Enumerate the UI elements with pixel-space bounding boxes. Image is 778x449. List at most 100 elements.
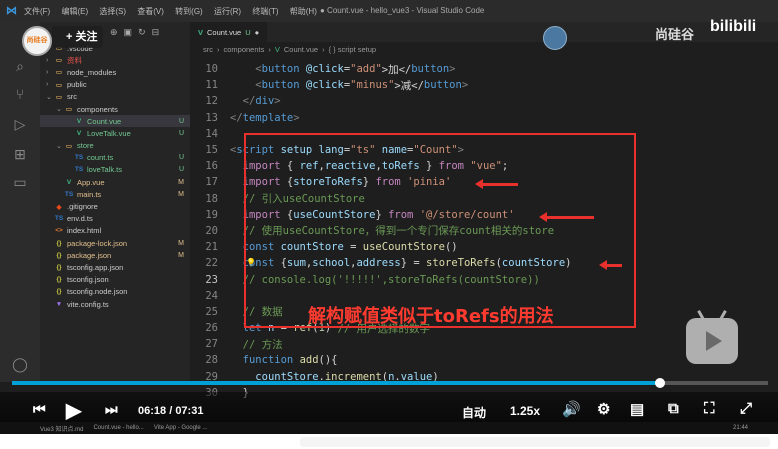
picture-in-picture-icon[interactable]: ⧉ bbox=[668, 400, 679, 417]
code-token: sum bbox=[286, 257, 306, 270]
menu-selection[interactable]: 选择(S) bbox=[99, 7, 126, 16]
taskbar-item[interactable]: Count.vue - hello... bbox=[93, 425, 143, 431]
code-token: from bbox=[438, 160, 464, 173]
tree-item[interactable]: TS loveTalk.ts U bbox=[40, 164, 190, 176]
extensions-icon[interactable]: ⊞ bbox=[10, 144, 30, 164]
previous-icon[interactable]: ⏮ bbox=[33, 401, 46, 418]
taskbar-item[interactable]: Vue3 知识点.md bbox=[40, 424, 83, 433]
tree-item[interactable]: {} tsconfig.json bbox=[40, 274, 190, 286]
code-token: (){ bbox=[318, 354, 338, 367]
tab-count-vue[interactable]: V Count.vue U ● bbox=[190, 22, 268, 42]
tree-item[interactable]: › ▭ 资料 bbox=[40, 54, 190, 66]
git-status-badge: M bbox=[178, 190, 184, 198]
git-status-badge: U bbox=[178, 154, 184, 162]
menu-view[interactable]: 查看(V) bbox=[137, 7, 164, 16]
code-token: () bbox=[444, 241, 458, 254]
tree-item[interactable]: › ▭ public bbox=[40, 79, 190, 91]
tree-item[interactable]: V App.vue M bbox=[40, 176, 190, 188]
tree-item[interactable]: ⌄ ▭ src bbox=[40, 91, 190, 103]
code-token: >加</ bbox=[381, 63, 412, 76]
line-number: 27 bbox=[205, 338, 218, 351]
quality-button[interactable]: 自动 bbox=[462, 404, 486, 421]
tree-item[interactable]: V Count.vue U bbox=[40, 115, 190, 128]
progress-knob[interactable] bbox=[654, 378, 665, 388]
account-icon[interactable]: ◯ bbox=[10, 354, 30, 374]
run-debug-icon[interactable]: ▷ bbox=[10, 114, 30, 134]
tree-item-label: components bbox=[77, 104, 118, 114]
breadcrumb: src › components › V Count.vue › { } script… bbox=[190, 42, 778, 57]
tree-item[interactable]: V LoveTalk.vue U bbox=[40, 127, 190, 139]
page-footer bbox=[0, 434, 778, 449]
danmaku-input-bar[interactable] bbox=[300, 437, 770, 447]
code-line: 13 </template > bbox=[190, 110, 778, 126]
code-token: script bbox=[236, 144, 275, 157]
breadcrumb-components[interactable]: components bbox=[224, 45, 265, 54]
menu-run[interactable]: 运行(R) bbox=[214, 7, 241, 16]
tree-item[interactable]: ◆ .gitignore bbox=[40, 200, 190, 212]
code-line: 22 const {sum, school, address} = storeToR… bbox=[190, 255, 778, 271]
code-line: 18 // 引入useCountStore bbox=[190, 191, 778, 207]
breadcrumb-symbol[interactable]: { } script setup bbox=[329, 45, 377, 54]
code-token: ) bbox=[565, 257, 572, 270]
tree-item[interactable]: ▼ vite.config.ts bbox=[40, 298, 190, 310]
fullscreen-icon[interactable]: ⤢ bbox=[740, 400, 752, 417]
code-token: import bbox=[242, 160, 281, 173]
widescreen-icon[interactable]: ⛶ bbox=[704, 400, 715, 417]
code-token: = bbox=[274, 322, 294, 335]
json-file-icon: {} bbox=[56, 288, 62, 296]
tree-item[interactable]: {} package.json M bbox=[40, 249, 190, 261]
breadcrumb-file[interactable]: Count.vue bbox=[284, 45, 318, 54]
tree-item[interactable]: {} tsconfig.node.json bbox=[40, 286, 190, 298]
danmaku-icon[interactable]: ▤ bbox=[630, 400, 644, 418]
uploader-avatar[interactable]: 尚硅谷 bbox=[22, 26, 52, 56]
next-icon[interactable]: ⏭ bbox=[105, 401, 118, 418]
lightbulb-icon[interactable]: 💡 bbox=[246, 258, 256, 267]
breadcrumb-src[interactable]: src bbox=[203, 45, 213, 54]
tree-item[interactable]: TS env.d.ts bbox=[40, 213, 190, 225]
vite-file-icon: ▼ bbox=[55, 300, 63, 308]
source-control-icon[interactable]: ⑂ bbox=[10, 84, 30, 104]
code-token: toRefs bbox=[381, 160, 420, 173]
new-folder-icon[interactable]: ▣ bbox=[124, 27, 133, 38]
follow-button[interactable]: + 关注 bbox=[52, 26, 104, 48]
settings-icon[interactable]: ⚙ bbox=[597, 400, 610, 418]
collapse-all-icon[interactable]: ⊟ bbox=[152, 27, 160, 38]
taskbar-item[interactable]: Vite App - Google ... bbox=[154, 425, 208, 431]
play-icon[interactable]: ▶ bbox=[66, 398, 81, 423]
refresh-icon[interactable]: ↻ bbox=[138, 27, 146, 38]
tree-item[interactable]: › ▭ node_modules bbox=[40, 66, 190, 78]
volume-icon[interactable]: 🔊 bbox=[562, 400, 581, 418]
line-number: 26 bbox=[205, 322, 218, 335]
menu-edit[interactable]: 编辑(E) bbox=[61, 7, 88, 16]
os-taskbar: Vue3 知识点.md Count.vue - hello... Vite Ap… bbox=[0, 422, 778, 434]
tree-item[interactable]: {} package-lock.json M bbox=[40, 237, 190, 249]
tab-dirty-dot-icon[interactable]: ● bbox=[255, 28, 260, 37]
remote-explorer-icon[interactable]: ▭ bbox=[10, 172, 30, 192]
git-status-badge: U bbox=[178, 129, 184, 137]
menu-terminal[interactable]: 终端(T) bbox=[252, 7, 278, 16]
tree-item-label: vite.config.ts bbox=[67, 299, 109, 309]
speed-button[interactable]: 1.25x bbox=[510, 404, 540, 418]
tree-item[interactable]: {} tsconfig.app.json bbox=[40, 261, 190, 273]
tree-item[interactable]: ⌄ ▭ store bbox=[40, 140, 190, 152]
menu-file[interactable]: 文件(F) bbox=[24, 7, 50, 16]
new-file-icon[interactable]: ⊕ bbox=[110, 27, 118, 38]
menu-help[interactable]: 帮助(H) bbox=[290, 7, 317, 16]
progress-bar[interactable] bbox=[12, 378, 768, 388]
tree-item[interactable]: ⌄ ▭ components bbox=[40, 103, 190, 115]
code-line: 23 // console.log('!!!!!',storeToRefs(co… bbox=[190, 271, 778, 287]
code-line: 10 < button @click = "add" >加</button > bbox=[190, 61, 778, 77]
tree-item[interactable]: TS count.ts U bbox=[40, 152, 190, 164]
line-number: 25 bbox=[205, 305, 218, 318]
menu-goto[interactable]: 转到(G) bbox=[175, 7, 203, 16]
typescript-file-icon: TS bbox=[74, 154, 84, 162]
explorer-sidebar: ⊕ ▣ ↻ ⊟ ›▭.vscode›▭资料›▭node_modules›▭pub… bbox=[40, 22, 190, 382]
tree-item[interactable]: <> index.html bbox=[40, 225, 190, 237]
search-icon[interactable]: ⌕ bbox=[10, 56, 30, 76]
code-token: = bbox=[343, 241, 363, 254]
tree-item[interactable]: TS main.ts M bbox=[40, 188, 190, 200]
code-token: let bbox=[242, 322, 262, 335]
